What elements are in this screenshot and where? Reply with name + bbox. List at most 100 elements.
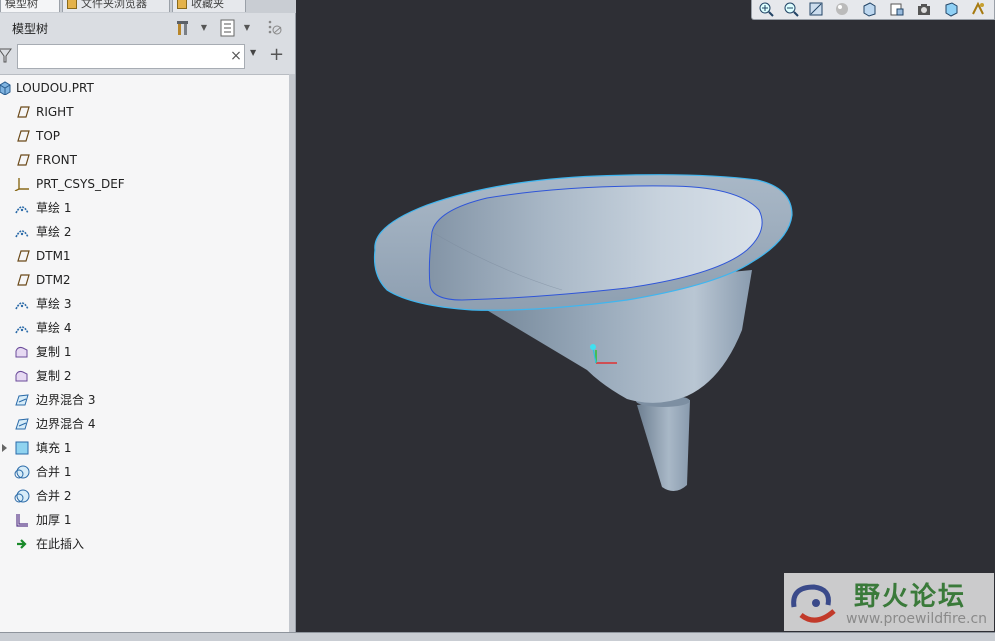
navigator-tabs: 模型树 文件夹浏览器 收藏夹 [0, 0, 296, 13]
add-filter-icon[interactable]: + [269, 44, 284, 65]
model-tree-panel: 模型树 文件夹浏览器 收藏夹 模型树 ▼ ▼ × ▼ + LOUDOU.PRT … [0, 0, 296, 640]
tab-model-tree[interactable]: 模型树 [0, 0, 60, 12]
tree-item-label: 在此插入 [36, 537, 85, 551]
tree-item[interactable]: DTM2 [0, 269, 288, 291]
tree-item-label: DTM2 [36, 273, 71, 287]
display-style-icon[interactable] [832, 1, 850, 18]
tree-item[interactable]: 在此插入 [0, 533, 288, 555]
tree-item[interactable]: TOP [0, 125, 288, 147]
tree-item[interactable]: 草绘 3 [0, 293, 288, 315]
search-row: × ▼ + [0, 42, 296, 70]
boundary-blend-icon [15, 418, 29, 430]
tree-item-label: DTM1 [36, 249, 71, 263]
thicken-icon [16, 514, 28, 527]
tree-item-label: 合并 1 [36, 465, 72, 479]
merge-icon [14, 489, 30, 503]
show-list-icon[interactable] [218, 18, 238, 38]
tree-item-label: 草绘 2 [36, 225, 72, 239]
part-icon [0, 81, 11, 95]
tree-header: 模型树 ▼ ▼ [0, 14, 296, 42]
sketch-icon [15, 206, 29, 214]
tree-item-label: 加厚 1 [36, 513, 72, 527]
tree-item-label: 边界混合 4 [36, 417, 96, 431]
sketch-icon [15, 230, 29, 238]
tree-item-label: 填充 1 [36, 441, 72, 455]
settings-dropdown-icon[interactable]: ▼ [198, 18, 210, 38]
copy-surface-icon [15, 346, 28, 358]
datum-plane-icon [17, 130, 30, 142]
annotation-display-icon[interactable] [969, 1, 987, 18]
tree-item[interactable]: DTM1 [0, 245, 288, 267]
star-icon [177, 0, 187, 9]
tree-item[interactable]: 加厚 1 [0, 509, 288, 531]
tree-item[interactable]: 合并 2 [0, 485, 288, 507]
insert-here-icon [17, 539, 27, 549]
zoom-in-icon[interactable] [757, 1, 775, 18]
boundary-blend-icon [15, 394, 29, 406]
tree-item-label: 草绘 1 [36, 201, 72, 215]
tree-item[interactable]: 草绘 1 [0, 197, 288, 219]
expand-arrow-icon[interactable] [2, 444, 7, 452]
perspective-view-icon[interactable] [915, 1, 933, 18]
funnel-spout[interactable] [637, 400, 690, 492]
tree-item[interactable]: 草绘 2 [0, 221, 288, 243]
copy-surface-icon [15, 370, 28, 382]
datum-plane-icon [17, 274, 30, 286]
tree-item-label: 边界混合 3 [36, 393, 96, 407]
search-input[interactable] [17, 44, 245, 69]
sketch-icon [15, 302, 29, 310]
tree-item-label: 复制 1 [36, 345, 72, 359]
refit-icon[interactable] [807, 1, 825, 18]
tree-item[interactable]: 边界混合 3 [0, 389, 288, 411]
show-dropdown-icon[interactable]: ▼ [241, 18, 253, 38]
zoom-out-icon[interactable] [782, 1, 800, 18]
datum-plane-icon [17, 250, 30, 262]
tree-item-label: 草绘 3 [36, 297, 72, 311]
tree-item-label: RIGHT [36, 105, 74, 119]
clear-search-icon[interactable]: × [229, 47, 243, 65]
view-manager-icon[interactable] [888, 1, 906, 18]
tree-item[interactable]: 填充 1 [0, 437, 288, 459]
tree-item-label: PRT_CSYS_DEF [36, 177, 125, 191]
saved-orientations-icon[interactable] [860, 1, 878, 18]
tree-item-label: TOP [36, 129, 61, 143]
tree-item[interactable]: 边界混合 4 [0, 413, 288, 435]
search-options-dropdown-icon[interactable]: ▼ [250, 48, 256, 57]
tab-folder-browser[interactable]: 文件夹浏览器 [62, 0, 170, 12]
datum-plane-icon [17, 106, 30, 118]
tab-folder-browser-label: 文件夹浏览器 [81, 0, 147, 10]
tab-favorites[interactable]: 收藏夹 [172, 0, 246, 12]
watermark: 野火论坛 www.proewildfire.cn [784, 573, 994, 631]
tree-filter-toggle-icon[interactable] [264, 18, 284, 38]
tree-item[interactable]: PRT_CSYS_DEF [0, 173, 288, 195]
tree-item-label: FRONT [36, 153, 77, 167]
funnel-model[interactable] [297, 0, 995, 632]
tree-item[interactable]: 复制 2 [0, 365, 288, 387]
tree-scrollbar[interactable] [289, 74, 295, 634]
datum-display-icon[interactable] [942, 1, 960, 18]
tree-title: 模型树 [12, 22, 49, 36]
tree-item-label: 复制 2 [36, 369, 72, 383]
tree-item-label: LOUDOU.PRT [16, 81, 94, 95]
tab-model-tree-label: 模型树 [5, 0, 38, 10]
tree-item-label: 合并 2 [36, 489, 72, 503]
tree-item[interactable]: FRONT [0, 149, 288, 171]
view-toolbar [751, 0, 995, 20]
filter-icon[interactable] [0, 46, 14, 64]
tab-favorites-label: 收藏夹 [191, 0, 224, 10]
tree-item[interactable]: 草绘 4 [0, 317, 288, 339]
tree-item[interactable]: 复制 1 [0, 341, 288, 363]
folder-icon [67, 0, 77, 9]
tree-item[interactable]: 合并 1 [0, 461, 288, 483]
watermark-logo [791, 584, 836, 623]
merge-icon [14, 465, 30, 479]
settings-tools-icon[interactable] [174, 18, 194, 38]
coordinate-system-icon [14, 178, 29, 191]
tree-item-root-part[interactable]: LOUDOU.PRT [0, 77, 288, 99]
tree-item[interactable]: RIGHT [0, 101, 288, 123]
datum-plane-icon [17, 154, 30, 166]
graphics-window[interactable] [297, 0, 995, 632]
tree-item-label: 草绘 4 [36, 321, 72, 335]
model-tree: LOUDOU.PRT RIGHT TOP FRONT PRT_CSYS_DEF 草绘 1… [0, 74, 290, 635]
watermark-url: www.proewildfire.cn [846, 611, 988, 627]
